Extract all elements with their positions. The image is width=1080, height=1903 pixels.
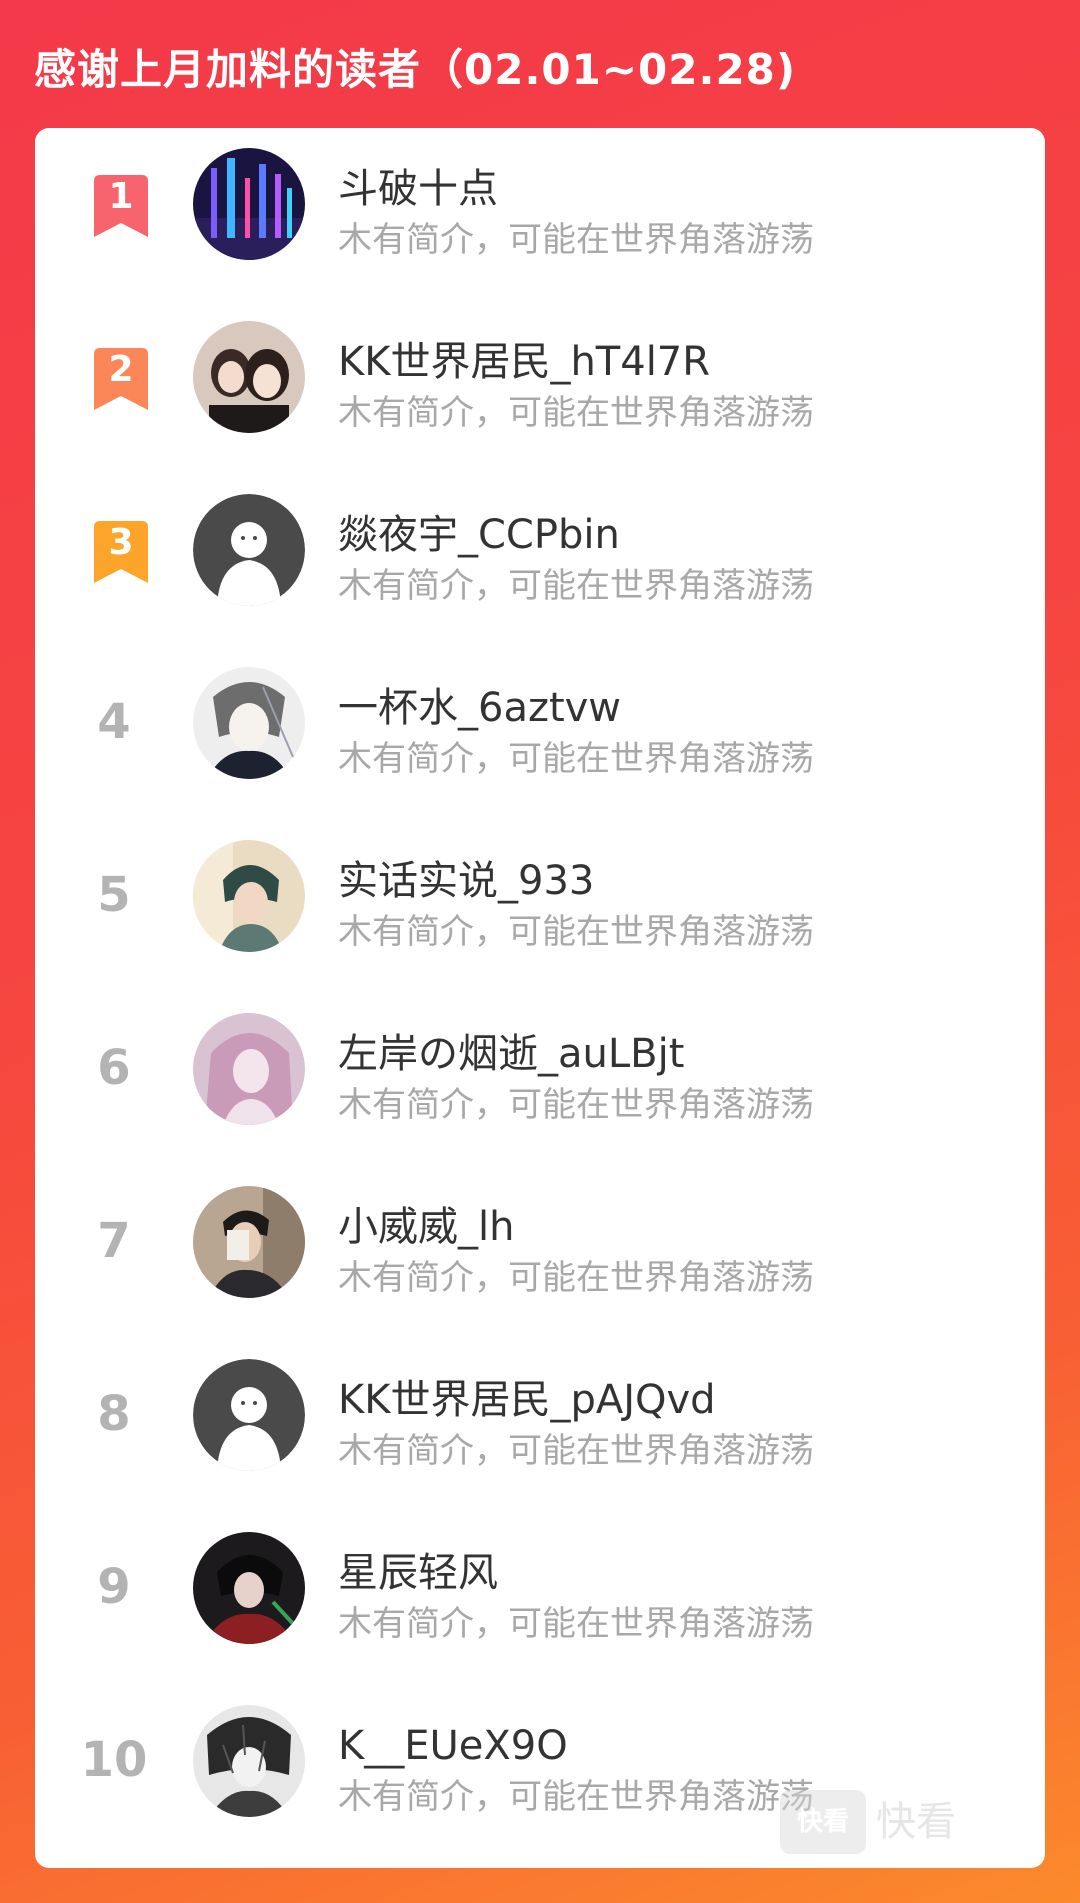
reader-row[interactable]: 1 斗破十点 木有简介，可能在世界角落游荡 xyxy=(35,128,1045,278)
rank-badge: 10 xyxy=(80,1732,148,1788)
rank-ribbon-icon: 3 xyxy=(92,521,150,583)
reader-row[interactable]: 8 KK世界居民_pAJQvd 木有简介，可能在世界角落游荡 xyxy=(35,1339,1045,1489)
reader-row[interactable]: 7 小威威_lh 木有简介，可能在世界角落游荡 xyxy=(35,1166,1045,1316)
reader-name: KK世界居民_hT4l7R xyxy=(338,339,711,385)
kuaikan-brand-text: 快看 xyxy=(876,1799,956,1845)
reader-row[interactable]: 2 KK世界居民_hT4l7R 木有简介，可能在世界角落游荡 xyxy=(35,301,1045,451)
reader-name: K__EUeX9O xyxy=(338,1723,568,1769)
page-title: 感谢上月加料的读者（02.01~02.28) xyxy=(34,45,797,94)
default-avatar-icon[interactable] xyxy=(193,494,305,606)
reader-name: 星辰轻风 xyxy=(338,1550,498,1596)
reader-row[interactable]: 3 燚夜宇_CCPbin 木有简介，可能在世界角落游荡 xyxy=(35,474,1045,624)
reader-row[interactable]: 9 星辰轻风 木有简介，可能在世界角落游荡 xyxy=(35,1512,1045,1662)
reader-bio: 木有简介，可能在世界角落游荡 xyxy=(338,1431,814,1471)
rank-badge: 2 xyxy=(79,336,149,416)
reader-bio: 木有简介，可能在世界角落游荡 xyxy=(338,566,814,606)
rank-badge: 7 xyxy=(97,1213,131,1269)
page-background: 感谢上月加料的读者（02.01~02.28) 1 斗破十点 木有简介，可能在世界… xyxy=(0,0,1080,1903)
rank-badge: 9 xyxy=(97,1559,131,1615)
avatar-anime-boy[interactable] xyxy=(193,840,305,952)
reader-bio: 木有简介，可能在世界角落游荡 xyxy=(338,1777,814,1817)
reader-bio: 木有简介，可能在世界角落游荡 xyxy=(338,220,814,260)
avatar-city-night[interactable] xyxy=(193,148,305,260)
reader-bio: 木有简介，可能在世界角落游荡 xyxy=(338,912,814,952)
avatar-sketch-character[interactable] xyxy=(193,1705,305,1817)
reader-row[interactable]: 4 一杯水_6aztvw 木有简介，可能在世界角落游荡 xyxy=(35,647,1045,797)
reader-row[interactable]: 5 实话实说_933 木有简介，可能在世界角落游荡 xyxy=(35,820,1045,970)
reader-bio: 木有简介，可能在世界角落游荡 xyxy=(338,393,814,433)
rank-badge: 4 xyxy=(97,694,131,750)
reader-row[interactable]: 6 左岸の烟逝_auLBjt 木有简介，可能在世界角落游荡 xyxy=(35,993,1045,1143)
reader-name: KK世界居民_pAJQvd xyxy=(338,1377,716,1423)
avatar-man-photo[interactable] xyxy=(193,1186,305,1298)
avatar-pink-anime-girl[interactable] xyxy=(193,1013,305,1125)
kuaikan-logo: 快看 xyxy=(780,1790,866,1854)
rank-ribbon-icon: 1 xyxy=(92,175,150,237)
reader-name: 燚夜宇_CCPbin xyxy=(338,512,620,558)
default-avatar-icon[interactable] xyxy=(193,1359,305,1471)
reader-ranking-card: 1 斗破十点 木有简介，可能在世界角落游荡 2 KK世界居民_hT4l7R 木有… xyxy=(35,128,1045,1868)
reader-bio: 木有简介，可能在世界角落游荡 xyxy=(338,1085,814,1125)
reader-bio: 木有简介，可能在世界角落游荡 xyxy=(338,739,814,779)
reader-name: 左岸の烟逝_auLBjt xyxy=(338,1031,685,1077)
rank-badge: 5 xyxy=(97,867,131,923)
rank-badge: 6 xyxy=(97,1040,131,1096)
rank-badge: 1 xyxy=(79,163,149,243)
avatar-two-girls[interactable] xyxy=(193,321,305,433)
reader-name: 一杯水_6aztvw xyxy=(338,685,622,731)
reader-name: 实话实说_933 xyxy=(338,858,595,904)
rank-ribbon-icon: 2 xyxy=(92,348,150,410)
avatar-anime-sketch[interactable] xyxy=(193,667,305,779)
rank-badge: 3 xyxy=(79,509,149,589)
avatar-dark-anime[interactable] xyxy=(193,1532,305,1644)
rank-badge: 8 xyxy=(97,1386,131,1442)
reader-bio: 木有简介，可能在世界角落游荡 xyxy=(338,1604,814,1644)
reader-name: 小威威_lh xyxy=(338,1204,515,1250)
reader-name: 斗破十点 xyxy=(338,166,498,212)
reader-bio: 木有简介，可能在世界角落游荡 xyxy=(338,1258,814,1298)
